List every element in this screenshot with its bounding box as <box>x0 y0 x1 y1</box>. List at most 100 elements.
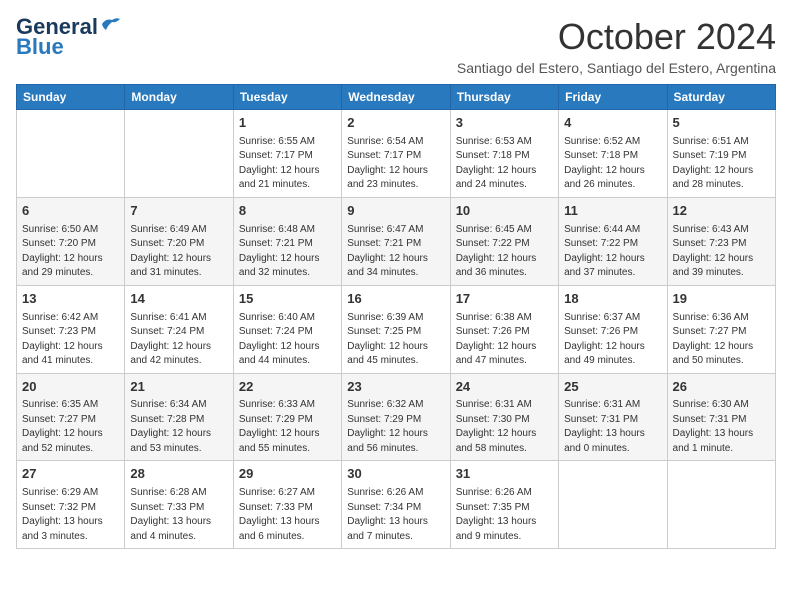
title-block: October 2024 Santiago del Estero, Santia… <box>457 16 776 76</box>
sunset-text: Sunset: 7:25 PM <box>347 326 421 337</box>
calendar-cell: 28Sunrise: 6:28 AMSunset: 7:33 PMDayligh… <box>125 461 233 549</box>
page-header: General Blue October 2024 Santiago del E… <box>16 16 776 76</box>
calendar-cell: 31Sunrise: 6:26 AMSunset: 7:35 PMDayligh… <box>450 461 558 549</box>
day-number: 8 <box>239 202 336 221</box>
calendar-cell: 20Sunrise: 6:35 AMSunset: 7:27 PMDayligh… <box>17 373 125 461</box>
sunrise-text: Sunrise: 6:53 AM <box>456 136 532 147</box>
calendar-cell: 27 Sunrise: 6:29 AM Sunset: 7:32 PM Dayligh… <box>17 461 125 549</box>
sunrise-text: Sunrise: 6:44 AM <box>564 224 640 235</box>
logo-bird-icon <box>100 16 122 34</box>
day-number: 5 <box>673 114 770 133</box>
day-number: 26 <box>673 378 770 397</box>
sunset-text: Sunset: 7:33 PM <box>239 502 313 513</box>
calendar-week-row: 20Sunrise: 6:35 AMSunset: 7:27 PMDayligh… <box>17 373 776 461</box>
calendar-cell: 5Sunrise: 6:51 AMSunset: 7:19 PMDaylight… <box>667 110 775 198</box>
daylight-text: Daylight: 12 hours and 52 minutes. <box>22 428 103 454</box>
calendar-cell: 1 Sunrise: 6:55 AM Sunset: 7:17 PM Daylight… <box>233 110 341 198</box>
daylight-text: Daylight: 13 hours and 3 minutes. <box>22 516 103 542</box>
day-number: 13 <box>22 290 119 309</box>
weekday-header-cell: Tuesday <box>233 85 341 110</box>
weekday-header-cell: Friday <box>559 85 667 110</box>
calendar-cell: 4Sunrise: 6:52 AMSunset: 7:18 PMDaylight… <box>559 110 667 198</box>
weekday-header-cell: Thursday <box>450 85 558 110</box>
daylight-text: Daylight: 12 hours and 26 minutes. <box>564 165 645 191</box>
sunrise-text: Sunrise: 6:55 AM <box>239 136 315 147</box>
calendar-cell: 26Sunrise: 6:30 AMSunset: 7:31 PMDayligh… <box>667 373 775 461</box>
sunset-text: Sunset: 7:17 PM <box>239 150 313 161</box>
sunrise-text: Sunrise: 6:32 AM <box>347 399 423 410</box>
day-number: 20 <box>22 378 119 397</box>
daylight-text: Daylight: 12 hours and 24 minutes. <box>456 165 537 191</box>
calendar-cell: 19Sunrise: 6:36 AMSunset: 7:27 PMDayligh… <box>667 285 775 373</box>
sunset-text: Sunset: 7:17 PM <box>347 150 421 161</box>
sunset-text: Sunset: 7:26 PM <box>564 326 638 337</box>
calendar-week-row: 27 Sunrise: 6:29 AM Sunset: 7:32 PM Dayligh… <box>17 461 776 549</box>
calendar-cell <box>17 110 125 198</box>
sunrise-text: Sunrise: 6:38 AM <box>456 312 532 323</box>
daylight-text: Daylight: 12 hours and 28 minutes. <box>673 165 754 191</box>
daylight-text: Daylight: 13 hours and 9 minutes. <box>456 516 537 542</box>
daylight-text: Daylight: 12 hours and 50 minutes. <box>673 341 754 367</box>
sunset-text: Sunset: 7:31 PM <box>673 414 747 425</box>
sunset-text: Sunset: 7:29 PM <box>347 414 421 425</box>
day-number: 3 <box>456 114 553 133</box>
day-number: 16 <box>347 290 444 309</box>
weekday-header-cell: Wednesday <box>342 85 450 110</box>
calendar-cell: 21Sunrise: 6:34 AMSunset: 7:28 PMDayligh… <box>125 373 233 461</box>
weekday-header-cell: Monday <box>125 85 233 110</box>
day-number: 12 <box>673 202 770 221</box>
daylight-text: Daylight: 12 hours and 39 minutes. <box>673 253 754 279</box>
sunrise-text: Sunrise: 6:31 AM <box>564 399 640 410</box>
day-number: 27 <box>22 465 119 484</box>
sunrise-text: Sunrise: 6:43 AM <box>673 224 749 235</box>
sunrise-text: Sunrise: 6:50 AM <box>22 224 98 235</box>
calendar-cell: 12 Sunrise: 6:43 AM Sunset: 7:23 PM Dayligh… <box>667 197 775 285</box>
calendar-cell: 25Sunrise: 6:31 AMSunset: 7:31 PMDayligh… <box>559 373 667 461</box>
calendar-week-row: 6Sunrise: 6:50 AMSunset: 7:20 PMDaylight… <box>17 197 776 285</box>
sunset-text: Sunset: 7:26 PM <box>456 326 530 337</box>
sunset-text: Sunset: 7:22 PM <box>564 238 638 249</box>
day-number: 21 <box>130 378 227 397</box>
calendar-cell: 17Sunrise: 6:38 AMSunset: 7:26 PMDayligh… <box>450 285 558 373</box>
day-number: 15 <box>239 290 336 309</box>
sunset-text: Sunset: 7:22 PM <box>456 238 530 249</box>
sunset-text: Sunset: 7:27 PM <box>673 326 747 337</box>
sunrise-text: Sunrise: 6:41 AM <box>130 312 206 323</box>
daylight-text: Daylight: 12 hours and 56 minutes. <box>347 428 428 454</box>
calendar-cell: 3 Sunrise: 6:53 AM Sunset: 7:18 PM Daylight… <box>450 110 558 198</box>
sunset-text: Sunset: 7:30 PM <box>456 414 530 425</box>
sunset-text: Sunset: 7:32 PM <box>22 502 96 513</box>
sunset-text: Sunset: 7:27 PM <box>22 414 96 425</box>
calendar-cell: 13Sunrise: 6:42 AMSunset: 7:23 PMDayligh… <box>17 285 125 373</box>
sunset-text: Sunset: 7:34 PM <box>347 502 421 513</box>
daylight-text: Daylight: 13 hours and 7 minutes. <box>347 516 428 542</box>
day-number: 2 <box>347 114 444 133</box>
calendar-cell: 6Sunrise: 6:50 AMSunset: 7:20 PMDaylight… <box>17 197 125 285</box>
sunrise-text: Sunrise: 6:29 AM <box>22 487 98 498</box>
calendar-cell: 18Sunrise: 6:37 AMSunset: 7:26 PMDayligh… <box>559 285 667 373</box>
day-number: 25 <box>564 378 661 397</box>
sunset-text: Sunset: 7:29 PM <box>239 414 313 425</box>
day-number: 31 <box>456 465 553 484</box>
day-number: 7 <box>130 202 227 221</box>
sunset-text: Sunset: 7:18 PM <box>456 150 530 161</box>
day-number: 4 <box>564 114 661 133</box>
daylight-text: Daylight: 13 hours and 0 minutes. <box>564 428 645 454</box>
daylight-text: Daylight: 12 hours and 34 minutes. <box>347 253 428 279</box>
calendar-table: SundayMondayTuesdayWednesdayThursdayFrid… <box>16 84 776 549</box>
calendar-week-row: 13Sunrise: 6:42 AMSunset: 7:23 PMDayligh… <box>17 285 776 373</box>
day-number: 22 <box>239 378 336 397</box>
day-number: 11 <box>564 202 661 221</box>
sunrise-text: Sunrise: 6:28 AM <box>130 487 206 498</box>
calendar-week-row: 1 Sunrise: 6:55 AM Sunset: 7:17 PM Daylight… <box>17 110 776 198</box>
sunrise-text: Sunrise: 6:49 AM <box>130 224 206 235</box>
day-number: 1 <box>239 114 336 133</box>
logo-blue: Blue <box>16 36 64 58</box>
calendar-cell <box>125 110 233 198</box>
daylight-text: Daylight: 12 hours and 21 minutes. <box>239 165 320 191</box>
sunset-text: Sunset: 7:24 PM <box>239 326 313 337</box>
sunset-text: Sunset: 7:23 PM <box>673 238 747 249</box>
weekday-header-cell: Sunday <box>17 85 125 110</box>
sunset-text: Sunset: 7:33 PM <box>130 502 204 513</box>
daylight-text: Daylight: 12 hours and 55 minutes. <box>239 428 320 454</box>
